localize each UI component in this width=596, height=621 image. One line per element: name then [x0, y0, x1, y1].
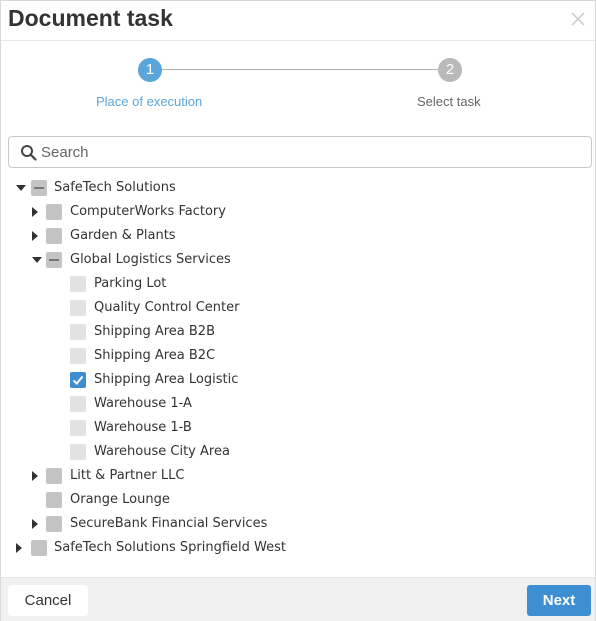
- tree-item-orange-lounge: Orange Lounge: [1, 488, 595, 512]
- stepper: 1 2 Place of execution Select task: [1, 42, 595, 122]
- tree-checkbox[interactable]: [31, 180, 47, 196]
- dialog-title: Document task: [8, 5, 173, 31]
- caret-right-icon[interactable]: [29, 518, 41, 530]
- close-icon[interactable]: [569, 10, 587, 28]
- tree-item-label: Litt & Partner LLC: [70, 468, 185, 483]
- tree-checkbox[interactable]: [46, 468, 62, 484]
- tree-item-label: Shipping Area B2C: [94, 348, 216, 363]
- step-1-label: Place of execution: [96, 94, 203, 109]
- tree-item-label: ComputerWorks Factory: [70, 204, 226, 219]
- tree-item-litt-partner-llc: Litt & Partner LLC: [1, 464, 595, 488]
- tree-item-securebank-financial-services: SecureBank Financial Services: [1, 512, 595, 536]
- search-input[interactable]: [41, 138, 581, 166]
- tree-item-shipping-area-b2b: Shipping Area B2B: [1, 320, 595, 344]
- tree-checkbox[interactable]: [46, 228, 62, 244]
- tree-item-shipping-area-b2c: Shipping Area B2C: [1, 344, 595, 368]
- tree-item-label: Shipping Area Logistic: [94, 372, 239, 387]
- cancel-button[interactable]: Cancel: [8, 585, 88, 616]
- caret-down-icon[interactable]: [31, 254, 43, 266]
- tree-item-shipping-area-logistic: Shipping Area Logistic: [1, 368, 595, 392]
- tree-item-warehouse-1-b: Warehouse 1-B: [1, 416, 595, 440]
- tree-item-label: Global Logistics Services: [70, 252, 231, 267]
- tree-checkbox[interactable]: [70, 444, 86, 460]
- caret-right-icon[interactable]: [13, 542, 25, 554]
- next-button[interactable]: Next: [527, 585, 591, 616]
- tree-item-safetech-solutions-springfield-west: SafeTech Solutions Springfield West: [1, 536, 595, 560]
- tree-item-garden-plants: Garden & Plants: [1, 224, 595, 248]
- tree-checkbox[interactable]: [46, 492, 62, 508]
- tree-checkbox[interactable]: [46, 252, 62, 268]
- caret-down-icon[interactable]: [15, 182, 27, 194]
- tree-item-global-logistics-services: Global Logistics Services: [1, 248, 595, 272]
- tree-item-label: Parking Lot: [94, 276, 167, 291]
- tree-checkbox[interactable]: [46, 204, 62, 220]
- tree-item-quality-control-center: Quality Control Center: [1, 296, 595, 320]
- tree-item-warehouse-city-area: Warehouse City Area: [1, 440, 595, 464]
- search-box: [8, 136, 592, 168]
- tree-checkbox[interactable]: [70, 348, 86, 364]
- step-1-indicator: 1: [138, 58, 162, 82]
- stepper-connector-line: [161, 69, 438, 70]
- tree-item-label: SafeTech Solutions: [54, 180, 176, 195]
- tree-item-computerworks-factory: ComputerWorks Factory: [1, 200, 595, 224]
- checkmark-icon: [72, 375, 84, 385]
- tree-item-label: SecureBank Financial Services: [70, 516, 268, 531]
- tree-item-label: Quality Control Center: [94, 300, 240, 315]
- tree-checkbox[interactable]: [31, 540, 47, 556]
- tree-item-safetech-solutions: SafeTech Solutions: [1, 176, 595, 200]
- tree-item-label: Warehouse 1-B: [94, 420, 192, 435]
- dialog-footer: Cancel Next: [1, 577, 595, 621]
- tree-item-label: Orange Lounge: [70, 492, 170, 507]
- tree-item-label: Garden & Plants: [70, 228, 176, 243]
- step-2-indicator: 2: [438, 58, 462, 82]
- step-2-label: Select task: [417, 94, 481, 109]
- tree-item-label: SafeTech Solutions Springfield West: [54, 540, 287, 555]
- tree-item-parking-lot: Parking Lot: [1, 272, 595, 296]
- tree-checkbox[interactable]: [46, 516, 62, 532]
- tree-checkbox[interactable]: [70, 324, 86, 340]
- tree-item-label: Warehouse City Area: [94, 444, 230, 459]
- document-task-dialog: Document task 1 2 Place of execution Sel…: [0, 0, 596, 621]
- dialog-header: Document task: [1, 1, 595, 41]
- caret-right-icon[interactable]: [29, 206, 41, 218]
- tree-item-label: Shipping Area B2B: [94, 324, 215, 339]
- tree-checkbox[interactable]: [70, 396, 86, 412]
- caret-right-icon[interactable]: [29, 470, 41, 482]
- tree-checkbox[interactable]: [70, 420, 86, 436]
- tree-checkbox-checked[interactable]: [70, 372, 86, 388]
- caret-right-icon[interactable]: [29, 230, 41, 242]
- tree-checkbox[interactable]: [70, 276, 86, 292]
- tree-item-warehouse-1-a: Warehouse 1-A: [1, 392, 595, 416]
- search-icon: [21, 145, 37, 161]
- tree-checkbox[interactable]: [70, 300, 86, 316]
- tree-item-label: Warehouse 1-A: [94, 396, 192, 411]
